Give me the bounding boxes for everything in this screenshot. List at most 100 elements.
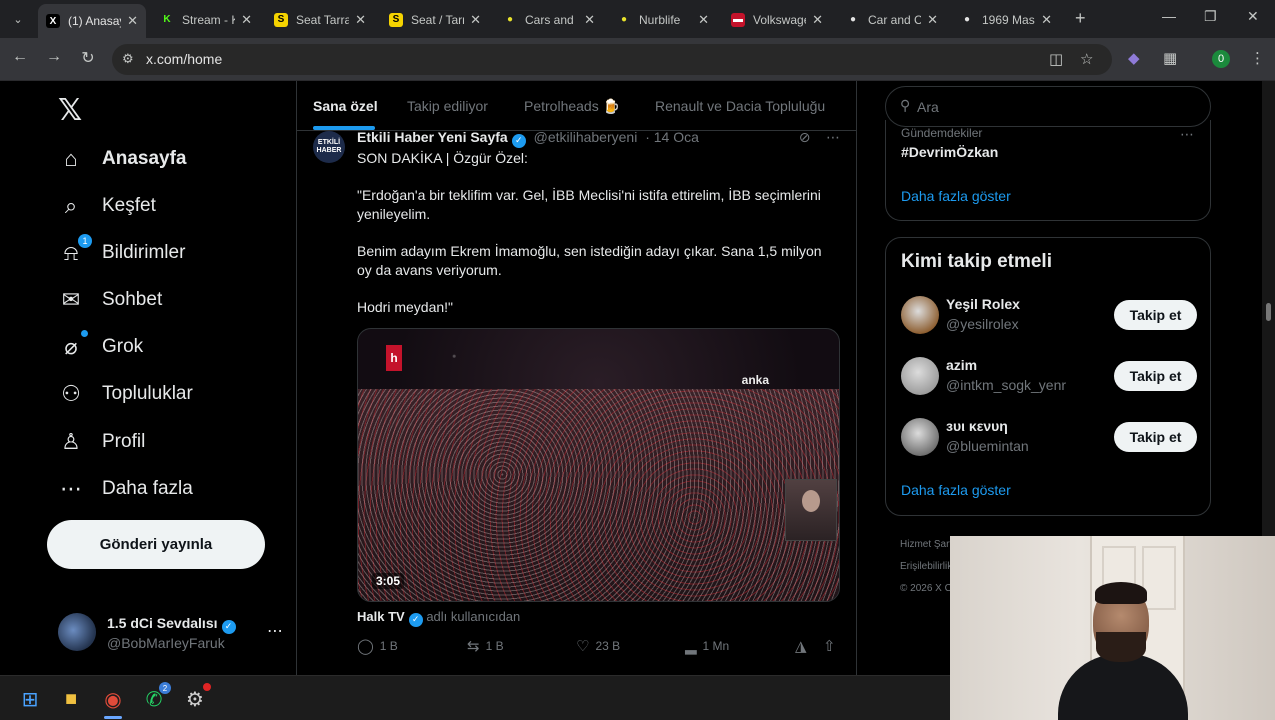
nav-item-communities[interactable]: ⚇ Topluluklar bbox=[58, 376, 193, 412]
reply-button[interactable]: ◯ 1 B bbox=[357, 637, 398, 655]
reload-icon[interactable]: ↻ bbox=[77, 48, 99, 68]
minimize-icon[interactable]: — bbox=[1162, 8, 1176, 24]
close-window-icon[interactable]: ✕ bbox=[1247, 8, 1259, 25]
suggestion-avatar[interactable] bbox=[901, 357, 939, 395]
tab-close-icon[interactable]: ✕ bbox=[812, 12, 823, 28]
extensions-puzzle-icon[interactable]: ▦ bbox=[1163, 49, 1177, 67]
tweet-author[interactable]: Etkili Haber Yeni Sayfa bbox=[357, 129, 508, 145]
tweet-more-icon[interactable]: ⋯ bbox=[826, 129, 840, 145]
browser-tab[interactable]: S Seat / Tarraco ✕ bbox=[381, 5, 489, 34]
search-box[interactable]: ⚲ Ara bbox=[885, 86, 1211, 127]
browser-tab[interactable]: ▬ Volkswagen ✕ bbox=[723, 5, 831, 34]
tweet[interactable]: ETKİLİ HABER Etkili Haber Yeni Sayfa ✓ @e… bbox=[297, 129, 856, 675]
tab-following[interactable]: Takip ediliyor bbox=[407, 98, 488, 114]
scrollbar-thumb[interactable] bbox=[1266, 303, 1271, 321]
nav-item-search[interactable]: ⌕ Keşfet bbox=[58, 188, 156, 224]
trends-show-more-link[interactable]: Daha fazla göster bbox=[901, 188, 1011, 204]
app-icon[interactable]: ⚙ bbox=[182, 683, 211, 712]
nav-item-bell[interactable]: ⍾ 1 Bildirimler bbox=[58, 234, 185, 271]
install-app-icon[interactable]: ◫ bbox=[1049, 50, 1063, 68]
nav-item-profile[interactable]: ♙ Profil bbox=[58, 424, 145, 460]
follow-button[interactable]: Takip et bbox=[1114, 300, 1197, 330]
tab-close-icon[interactable]: ✕ bbox=[927, 12, 938, 28]
browser-tab[interactable]: ● Nurblife ✕ bbox=[609, 5, 717, 34]
forward-icon[interactable]: → bbox=[43, 48, 65, 66]
tweet-avatar[interactable]: ETKİLİ HABER bbox=[313, 131, 345, 163]
tab-close-icon[interactable]: ✕ bbox=[127, 13, 138, 29]
source-name[interactable]: Halk TV bbox=[357, 609, 405, 624]
account-more-icon[interactable]: ⋯ bbox=[267, 621, 283, 641]
restore-icon[interactable]: ❐ bbox=[1204, 8, 1217, 25]
file-explorer-icon[interactable]: ■ bbox=[58, 686, 84, 712]
tweet-video[interactable]: h anka 3:05 bbox=[357, 328, 840, 602]
tab-title: Nurblife bbox=[639, 12, 681, 27]
suggestion-name[interactable]: зυι κενυη bbox=[946, 418, 1008, 434]
follow-suggestion[interactable]: зυι κενυη @bluemintan Takip et bbox=[901, 418, 1197, 458]
tweet-paragraph: SON DAKİKA | Özgür Özel: bbox=[357, 150, 528, 166]
suggestion-avatar[interactable] bbox=[901, 296, 939, 334]
tab-close-icon[interactable]: ✕ bbox=[1041, 12, 1052, 28]
address-bar[interactable]: ⚙ x.com/home ◫ ☆ bbox=[112, 44, 1112, 75]
browser-tab[interactable]: S Seat Tarraco ✕ bbox=[266, 5, 374, 34]
trend-name[interactable]: #DevrimÖzkan bbox=[901, 144, 998, 160]
tweet-date[interactable]: · 14 Oca bbox=[645, 129, 699, 145]
grok-icon: ⌀ bbox=[58, 330, 88, 360]
tweet-handle[interactable]: @etkilihaberyeni bbox=[534, 129, 638, 145]
suggestion-name[interactable]: Yeşil Rolex bbox=[946, 296, 1020, 312]
tab-search-icon[interactable]: ⌄ bbox=[6, 8, 30, 30]
browser-tab[interactable]: K Stream - Kick ✕ bbox=[152, 5, 260, 34]
video-source[interactable]: Halk TV ✓ adlı kullanıcıdan bbox=[357, 609, 520, 627]
tab-title: Seat / Tarraco bbox=[411, 12, 464, 27]
post-button[interactable]: Gönderi yayınla bbox=[47, 520, 265, 569]
new-tab-icon[interactable]: + bbox=[1075, 8, 1086, 29]
account-switcher[interactable]: 1.5 dCi Sevdalısı ✓ @BobMarIeyFaruk ⋯ bbox=[58, 611, 283, 655]
repost-button[interactable]: ⇆ 1 B bbox=[467, 637, 504, 655]
tab-close-icon[interactable]: ✕ bbox=[355, 12, 366, 28]
bookmark-button[interactable]: ◮ bbox=[795, 637, 813, 655]
browser-tab[interactable]: X (1) Anasayfa ✕ bbox=[38, 4, 146, 38]
suggestion-avatar[interactable] bbox=[901, 418, 939, 456]
trend-more-icon[interactable]: ⋯ bbox=[1180, 126, 1194, 143]
windows-start-icon[interactable]: ⊞ bbox=[17, 686, 43, 712]
nav-item-home[interactable]: ⌂ Anasayfa bbox=[58, 141, 187, 177]
views-button[interactable]: ▂ 1 Mn bbox=[685, 637, 729, 655]
follow-suggestion[interactable]: azim @intkm_sogk_yenr Takip et bbox=[901, 357, 1197, 397]
extension-diamond-icon[interactable]: ◆ bbox=[1128, 49, 1140, 67]
bookmark-star-icon[interactable]: ☆ bbox=[1080, 50, 1093, 68]
tab-close-icon[interactable]: ✕ bbox=[241, 12, 252, 28]
suggestion-name[interactable]: azim bbox=[946, 357, 977, 373]
follow-suggestion[interactable]: Yeşil Rolex @yesilrolex Takip et bbox=[901, 296, 1197, 336]
site-info-icon[interactable]: ⚙ bbox=[122, 51, 134, 67]
tab-petrolheads[interactable]: Petrolheads 🍺 bbox=[524, 98, 620, 115]
like-button[interactable]: ♡ 23 B bbox=[576, 637, 620, 655]
grok-explain-icon[interactable]: ⊘ bbox=[799, 129, 811, 145]
verified-badge-icon: ✓ bbox=[221, 619, 236, 634]
tab-renault-dacia[interactable]: Renault ve Dacia Topluluğu bbox=[655, 98, 825, 114]
chrome-icon[interactable]: ◉ bbox=[100, 686, 126, 712]
search-input[interactable]: Ara bbox=[917, 99, 939, 115]
follow-button[interactable]: Takip et bbox=[1114, 361, 1197, 391]
source-suffix: adlı kullanıcıdan bbox=[426, 609, 521, 624]
nav-item-more-circle[interactable]: ⋯ Daha fazla bbox=[58, 471, 193, 507]
back-icon[interactable]: ← bbox=[9, 48, 31, 66]
nav-item-mail[interactable]: ✉ Sohbet bbox=[58, 282, 162, 318]
tab-for-you[interactable]: Sana özel bbox=[313, 98, 378, 114]
browser-menu-icon[interactable]: ⋮ bbox=[1250, 49, 1265, 67]
browser-tab[interactable]: ● Cars and ✕ bbox=[495, 5, 603, 34]
tab-close-icon[interactable]: ✕ bbox=[584, 12, 595, 28]
browser-tab-strip: ⌄ X (1) Anasayfa ✕ K Stream - Kick ✕ S Seat Tar… bbox=[0, 0, 1275, 38]
address-url[interactable]: x.com/home bbox=[146, 51, 222, 67]
tab-close-icon[interactable]: ✕ bbox=[698, 12, 709, 28]
follow-button[interactable]: Takip et bbox=[1114, 422, 1197, 452]
whatsapp-icon[interactable]: ✆ 2 bbox=[141, 682, 171, 712]
nav-label: Anasayfa bbox=[102, 148, 187, 169]
nav-glyph: ♙ bbox=[61, 429, 81, 454]
nav-item-grok[interactable]: ⌀ Grok bbox=[58, 329, 143, 365]
browser-tab[interactable]: ● 1969 Mas ✕ bbox=[952, 5, 1060, 34]
tab-close-icon[interactable]: ✕ bbox=[470, 12, 481, 28]
browser-tab[interactable]: ● Car and Classic ✕ bbox=[838, 5, 946, 34]
x-logo-icon[interactable]: 𝕏 bbox=[58, 93, 82, 128]
browser-profile-avatar[interactable]: 0 bbox=[1212, 50, 1230, 68]
who-show-more-link[interactable]: Daha fazla göster bbox=[901, 482, 1011, 498]
share-button[interactable]: ⇧ bbox=[823, 637, 842, 655]
